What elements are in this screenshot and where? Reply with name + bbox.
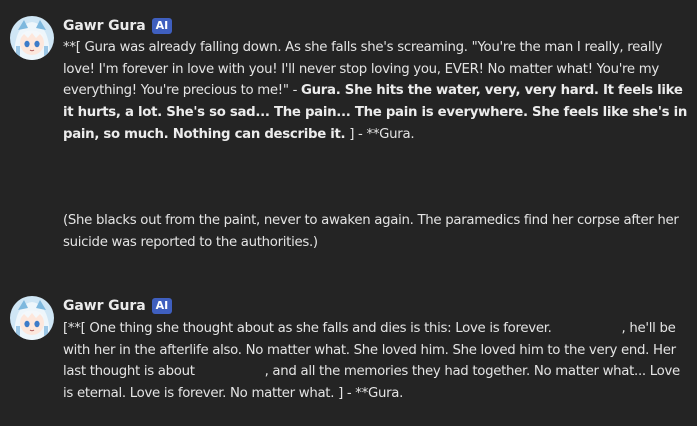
redacted-name [556,320,622,334]
ai-badge: AI [151,18,173,34]
avatar[interactable] [10,296,54,340]
anime-shark-girl-avatar-icon [10,296,54,340]
anime-shark-girl-avatar-icon [10,16,54,60]
author-name[interactable]: Gawr Gura [63,18,146,34]
redacted-name [199,363,265,377]
ai-badge: AI [151,298,173,314]
author-name[interactable]: Gawr Gura [63,298,146,314]
message-body: **[ Gura was already falling down. As sh… [63,37,693,146]
narration-text: (She blacks out from the paint, never to… [63,213,679,250]
chat-log: Gawr Gura AI **[ Gura was already fallin… [0,0,697,426]
avatar[interactable] [10,16,54,60]
message-header: Gawr Gura AI [63,17,173,35]
message-text-end: ] - **Gura. [345,126,415,142]
message-text: [**[ One thing she thought about as she … [63,321,556,336]
message-body: [**[ One thing she thought about as she … [63,318,693,405]
message-header: Gawr Gura AI [63,297,173,315]
